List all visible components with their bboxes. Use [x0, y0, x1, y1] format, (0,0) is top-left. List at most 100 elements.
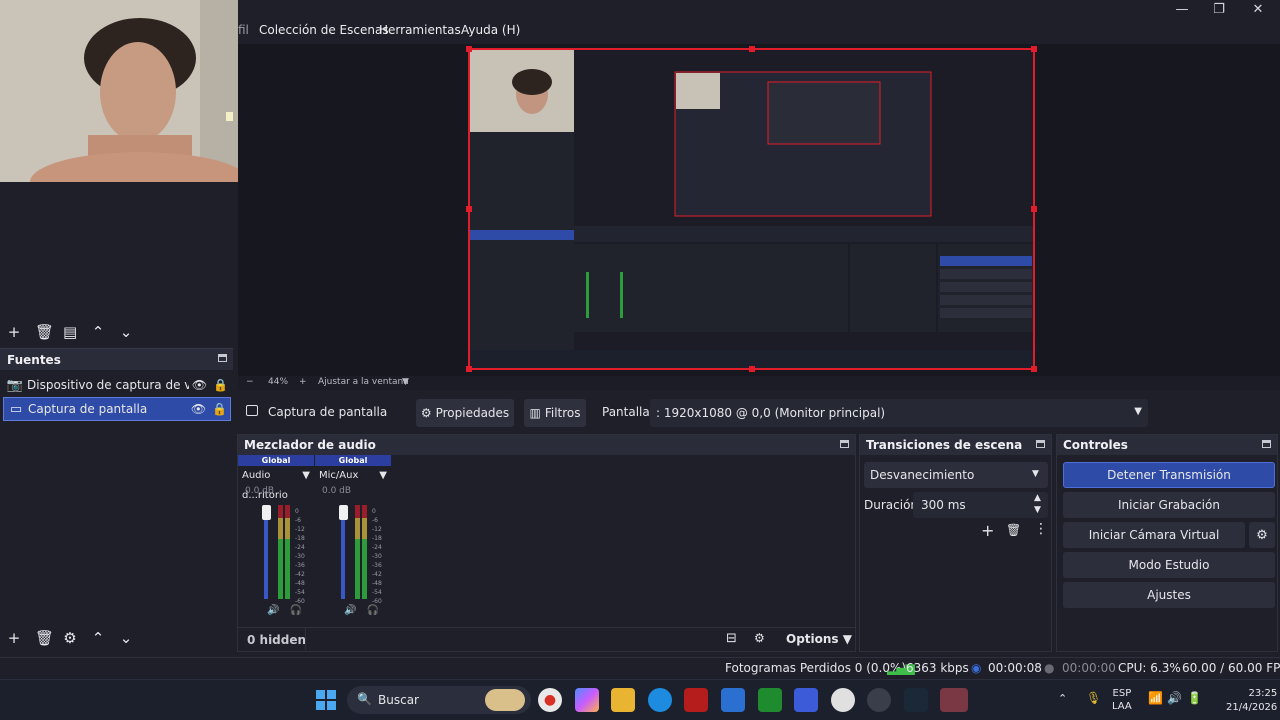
undock-icon[interactable] [1036, 440, 1045, 448]
mail-icon[interactable] [721, 688, 745, 712]
move-down-icon[interactable]: ⌄ [119, 325, 133, 340]
volume-fader-track[interactable] [264, 507, 268, 599]
mixer-channel-name[interactable]: Mic/Aux ▼ [315, 466, 391, 486]
source-properties-bar: Captura de pantalla ⚙ Propiedades ▥ Filt… [238, 397, 1280, 429]
remove-scene-icon[interactable]: 🗑 [35, 325, 54, 340]
volume-fader-track[interactable] [341, 507, 345, 599]
remove-source-icon[interactable]: 🗑 [35, 631, 54, 646]
add-scene-icon[interactable]: + [7, 325, 21, 340]
lock-icon[interactable]: 🔒 [209, 402, 230, 416]
lock-icon[interactable]: 🔒 [210, 378, 231, 392]
menu-item-help[interactable]: Ayuda (H) [461, 23, 520, 37]
start-virtual-camera-button[interactable]: Iniciar Cámara Virtual [1063, 522, 1245, 548]
controls-dock: Controles Detener Transmisión Iniciar Gr… [1056, 434, 1278, 652]
zoom-in-button[interactable]: + [299, 377, 307, 387]
add-source-icon[interactable]: + [7, 631, 21, 646]
preview-canvas[interactable] [466, 46, 1037, 372]
sources-header: Fuentes [0, 348, 233, 370]
resize-handle[interactable] [749, 46, 755, 52]
speaker-icon[interactable]: 🔊 [267, 605, 279, 616]
audio-meter [278, 505, 283, 599]
stop-streaming-button[interactable]: Detener Transmisión [1063, 462, 1275, 488]
sources-toolbar: + 🗑 ⚙ ⌃ ⌄ [7, 628, 133, 648]
resize-handle[interactable] [466, 206, 472, 212]
chevron-down-icon[interactable]: ▼ [402, 377, 409, 387]
spin-down-icon[interactable]: ▼ [1034, 505, 1041, 515]
chrome-profile-icon[interactable] [831, 688, 855, 712]
move-up-icon[interactable]: ⌃ [91, 325, 105, 340]
audio-mixer-dock: Mezclador de audio Global Audio d...rito… [237, 434, 856, 652]
source-properties-icon[interactable]: ⚙ [63, 631, 77, 646]
active-window-icon[interactable] [940, 688, 968, 712]
steam-icon[interactable] [904, 688, 928, 712]
copilot-icon[interactable] [575, 688, 599, 712]
headphone-icon[interactable]: 🎧 [366, 605, 378, 616]
volume-icon[interactable]: 🔊 [1167, 691, 1182, 705]
file-explorer-icon[interactable] [611, 688, 635, 712]
fit-to-window-label[interactable]: Ajustar a la ventana [318, 377, 409, 387]
studio-mode-button[interactable]: Modo Estudio [1063, 552, 1275, 578]
battery-icon[interactable]: 🔋 [1187, 691, 1202, 705]
media-app-icon[interactable] [684, 688, 708, 712]
menu-item-partial[interactable]: fil [238, 23, 249, 37]
volume-fader-knob[interactable] [262, 505, 271, 520]
scenes-panel: + 🗑 ▤ ⌃ ⌄ [0, 182, 233, 346]
scene-filters-icon[interactable]: ▤ [63, 325, 77, 340]
resize-handle[interactable] [749, 366, 755, 372]
transition-select[interactable]: Desvanecimiento ▼ [864, 462, 1048, 488]
resize-handle[interactable] [1031, 206, 1037, 212]
undock-icon[interactable] [840, 440, 849, 448]
chrome-icon[interactable]: ● [538, 688, 562, 712]
speaker-icon[interactable]: 🔊 [344, 605, 356, 616]
filters-button[interactable]: ▥ Filtros [524, 399, 586, 427]
close-button[interactable]: ✕ [1248, 2, 1268, 18]
visibility-icon[interactable]: 👁 [189, 378, 210, 392]
display-select[interactable]: : 1920x1080 @ 0,0 (Monitor principal) ▼ [650, 399, 1148, 427]
remove-transition-icon[interactable]: 🗑 [1006, 523, 1021, 537]
minimize-button[interactable]: — [1172, 2, 1192, 18]
settings-button[interactable]: Ajustes [1063, 582, 1275, 608]
more-options-icon[interactable]: ⋮ [1034, 521, 1048, 537]
options-button[interactable]: Options ▼ [786, 632, 852, 646]
advanced-audio-icon[interactable]: ⚙ [754, 631, 765, 645]
record-time: 00:00:00 [1062, 661, 1116, 675]
controls-header: Controles [1057, 435, 1277, 455]
start-recording-button[interactable]: Iniciar Grabación [1063, 492, 1275, 518]
resize-handle[interactable] [1031, 366, 1037, 372]
language-indicator[interactable]: ESP LAA [1112, 687, 1132, 713]
roblox-icon[interactable] [794, 688, 818, 712]
tray-expand-icon[interactable]: ⌃ [1058, 692, 1067, 705]
resize-handle[interactable] [466, 46, 472, 52]
spin-up-icon[interactable]: ▲ [1034, 493, 1041, 503]
taskbar-search[interactable]: 🔍 Buscar [347, 686, 531, 714]
microphone-icon[interactable]: 🎙 [1086, 691, 1101, 705]
duration-input[interactable]: 300 ms ▲ ▼ [913, 492, 1048, 518]
layout-icon[interactable]: ⊟ [726, 631, 737, 646]
resize-handle[interactable] [1031, 46, 1037, 52]
wifi-icon[interactable]: 📶 [1148, 691, 1163, 705]
mixer-channel-name[interactable]: Audio d...ritorio ▼ [238, 466, 314, 501]
zoom-level: 44% [268, 377, 289, 387]
visibility-icon[interactable]: 👁 [188, 402, 209, 416]
headphone-icon[interactable]: 🎧 [289, 605, 301, 616]
properties-button[interactable]: ⚙ Propiedades [416, 399, 514, 427]
zoom-out-button[interactable]: − [246, 377, 254, 387]
move-down-icon[interactable]: ⌄ [119, 631, 133, 646]
clock[interactable]: 23:25 21/4/2026 [1226, 687, 1277, 715]
xbox-icon[interactable] [758, 688, 782, 712]
edge-icon[interactable] [648, 688, 672, 712]
menu-item-scene-collection[interactable]: Colección de Escenas [259, 23, 389, 37]
undock-icon[interactable] [1262, 440, 1271, 448]
source-item-selected[interactable]: ▭ Captura de pantalla 👁 🔒 [3, 397, 231, 421]
windows-start-icon[interactable] [314, 688, 338, 712]
add-transition-icon[interactable]: + [981, 521, 994, 540]
obs-icon[interactable] [867, 688, 891, 712]
move-up-icon[interactable]: ⌃ [91, 631, 105, 646]
menu-item-tools[interactable]: Herramientas [379, 23, 461, 37]
undock-icon[interactable] [218, 354, 227, 362]
resize-handle[interactable] [466, 366, 472, 372]
source-item[interactable]: 📷 Dispositivo de captura de video 👁 🔒 [3, 373, 231, 397]
maximize-button[interactable]: ❐ [1209, 2, 1229, 18]
volume-fader-knob[interactable] [339, 505, 348, 520]
virtual-camera-settings-icon[interactable]: ⚙ [1249, 522, 1275, 548]
